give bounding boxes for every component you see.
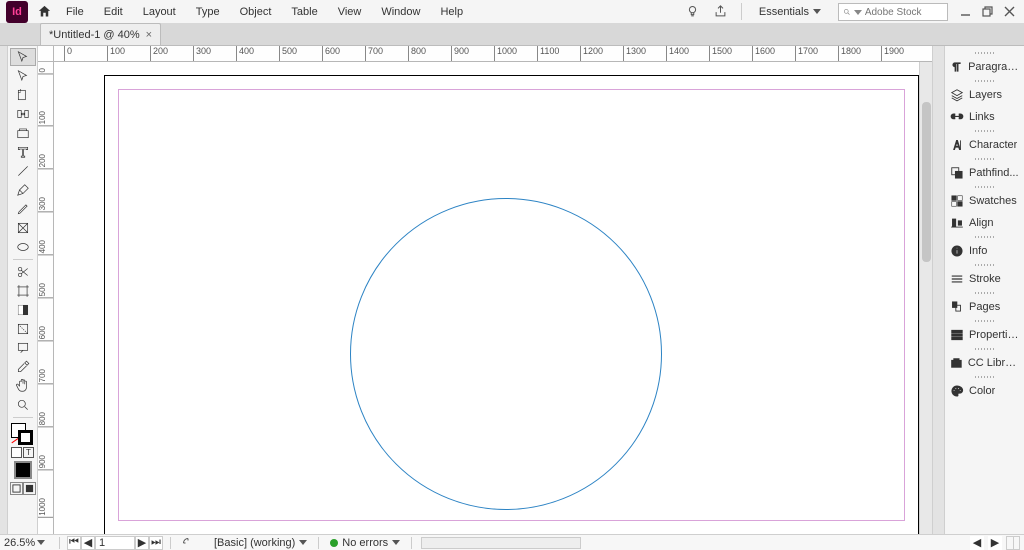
panel-pages[interactable]: Pages bbox=[945, 296, 1024, 318]
preflight-profile[interactable]: [Basic] (working) bbox=[210, 537, 311, 549]
document-tab[interactable]: *Untitled-1 @ 40% × bbox=[40, 23, 161, 45]
panel-stroke[interactable]: Stroke bbox=[945, 268, 1024, 290]
nav-prev-page[interactable]: ◀ bbox=[81, 536, 95, 550]
panel-pathfinder[interactable]: Pathfind... bbox=[945, 162, 1024, 184]
format-container-button[interactable] bbox=[11, 447, 22, 458]
menu-help[interactable]: Help bbox=[430, 0, 473, 23]
toolbox-expand-handle[interactable] bbox=[0, 46, 8, 534]
tool-rect-frame[interactable] bbox=[10, 219, 36, 237]
tool-pencil[interactable] bbox=[10, 200, 36, 218]
panel-collapse-gutter[interactable] bbox=[932, 46, 944, 534]
pasteboard[interactable] bbox=[54, 62, 932, 534]
view-mode-normal[interactable] bbox=[10, 482, 23, 495]
tool-gradient-feather[interactable] bbox=[10, 320, 36, 338]
tool-selection[interactable] bbox=[10, 48, 36, 66]
panel-cc-libraries[interactable]: CC Librar... bbox=[945, 352, 1024, 374]
preflight-status[interactable]: No errors bbox=[326, 537, 404, 549]
tool-note[interactable] bbox=[10, 339, 36, 357]
tool-type[interactable] bbox=[10, 143, 36, 161]
tool-page[interactable] bbox=[10, 86, 36, 104]
tool-free-transform[interactable] bbox=[10, 282, 36, 300]
stock-search-input[interactable] bbox=[865, 7, 943, 18]
ruler-horizontal[interactable]: 0100200300400500600700800900100011001200… bbox=[54, 46, 932, 62]
window-close[interactable] bbox=[998, 0, 1020, 23]
close-tab-button[interactable]: × bbox=[146, 29, 152, 41]
chevron-down-icon bbox=[392, 540, 400, 545]
chevron-down-icon bbox=[299, 540, 307, 545]
window-restore[interactable] bbox=[976, 0, 998, 23]
panel-info[interactable]: Info bbox=[945, 240, 1024, 262]
ellipse-object[interactable] bbox=[350, 198, 662, 510]
fill-stroke-swatch[interactable] bbox=[11, 423, 35, 445]
page-number-field[interactable]: 1 bbox=[95, 536, 135, 550]
menu-layout[interactable]: Layout bbox=[133, 0, 186, 23]
ruler-origin[interactable] bbox=[38, 46, 54, 62]
page[interactable] bbox=[104, 75, 919, 534]
workspace-label: Essentials bbox=[759, 6, 809, 18]
toolbox: T bbox=[8, 46, 38, 534]
chevron-down-icon bbox=[813, 9, 821, 14]
tool-gradient-swatch[interactable] bbox=[10, 301, 36, 319]
tool-content-collector[interactable] bbox=[10, 124, 36, 142]
tool-eyedropper[interactable] bbox=[10, 358, 36, 376]
tool-pen[interactable] bbox=[10, 181, 36, 199]
menu-window[interactable]: Window bbox=[371, 0, 430, 23]
tool-scissors[interactable] bbox=[10, 263, 36, 281]
menu-table[interactable]: Table bbox=[281, 0, 327, 23]
scrollbar-vertical[interactable] bbox=[919, 62, 932, 534]
page-navigation: ⏮ ◀ 1 ▶ ⏭ bbox=[67, 536, 163, 550]
canvas-area: 0100200300400500600700800900100011001200… bbox=[38, 46, 932, 534]
apply-color-button[interactable] bbox=[14, 461, 32, 479]
status-bar: 26.5% ⏮ ◀ 1 ▶ ⏭ [Basic] (working) No err… bbox=[0, 534, 1024, 550]
scroll-right[interactable]: ▶ bbox=[988, 536, 1002, 550]
app-logo-icon: Id bbox=[6, 1, 28, 23]
open-docs-menu[interactable] bbox=[178, 537, 206, 549]
tool-line[interactable] bbox=[10, 162, 36, 180]
menu-type[interactable]: Type bbox=[186, 0, 230, 23]
tool-ellipse[interactable] bbox=[10, 238, 36, 256]
panel-swatches[interactable]: Swatches bbox=[945, 190, 1024, 212]
panel-links[interactable]: Links bbox=[945, 106, 1024, 128]
nav-first-page[interactable]: ⏮ bbox=[67, 536, 81, 550]
zoom-level[interactable]: 26.5% bbox=[4, 537, 52, 549]
workspace-switcher[interactable]: Essentials bbox=[748, 0, 832, 23]
document-tab-strip: *Untitled-1 @ 40% × bbox=[0, 24, 1024, 46]
panel-properties[interactable]: Properties bbox=[945, 324, 1024, 346]
panel-color[interactable]: Color bbox=[945, 380, 1024, 402]
document-tab-title: *Untitled-1 @ 40% bbox=[49, 29, 140, 41]
ruler-vertical[interactable]: 01002003004005006007008009001000 bbox=[38, 62, 54, 534]
share-icon[interactable] bbox=[707, 0, 735, 23]
panel-paragraph[interactable]: Paragrap... bbox=[945, 56, 1024, 78]
panel-character[interactable]: Character bbox=[945, 134, 1024, 156]
panel-align[interactable]: Align bbox=[945, 212, 1024, 234]
menu-edit[interactable]: Edit bbox=[94, 0, 133, 23]
nav-next-page[interactable]: ▶ bbox=[135, 536, 149, 550]
stroke-swatch[interactable] bbox=[18, 430, 33, 445]
tool-gap[interactable] bbox=[10, 105, 36, 123]
window-minimize[interactable] bbox=[954, 0, 976, 23]
panel-dock: Paragrap... Layers Links Character Pathf… bbox=[944, 46, 1024, 534]
chevron-down-icon bbox=[854, 10, 862, 15]
chevron-down-icon bbox=[37, 540, 45, 545]
scrollbar-horizontal[interactable] bbox=[421, 537, 581, 549]
menu-bar: Id File Edit Layout Type Object Table Vi… bbox=[0, 0, 1024, 24]
tool-hand[interactable] bbox=[10, 377, 36, 395]
view-mode-preview[interactable] bbox=[23, 482, 36, 495]
menu-file[interactable]: File bbox=[56, 0, 94, 23]
format-text-button[interactable]: T bbox=[23, 447, 34, 458]
menu-object[interactable]: Object bbox=[230, 0, 282, 23]
menu-view[interactable]: View bbox=[328, 0, 372, 23]
tool-direct-selection[interactable] bbox=[10, 67, 36, 85]
status-dot-icon bbox=[330, 539, 338, 547]
scrollbar-thumb[interactable] bbox=[922, 102, 931, 262]
home-button[interactable] bbox=[32, 0, 56, 23]
learn-icon[interactable] bbox=[679, 0, 707, 23]
split-view-toggle[interactable] bbox=[1006, 536, 1020, 550]
panel-layers[interactable]: Layers bbox=[945, 84, 1024, 106]
nav-last-page[interactable]: ⏭ bbox=[149, 536, 163, 550]
tool-zoom[interactable] bbox=[10, 396, 36, 414]
scroll-left[interactable]: ◀ bbox=[970, 536, 984, 550]
stock-search[interactable] bbox=[838, 3, 948, 21]
